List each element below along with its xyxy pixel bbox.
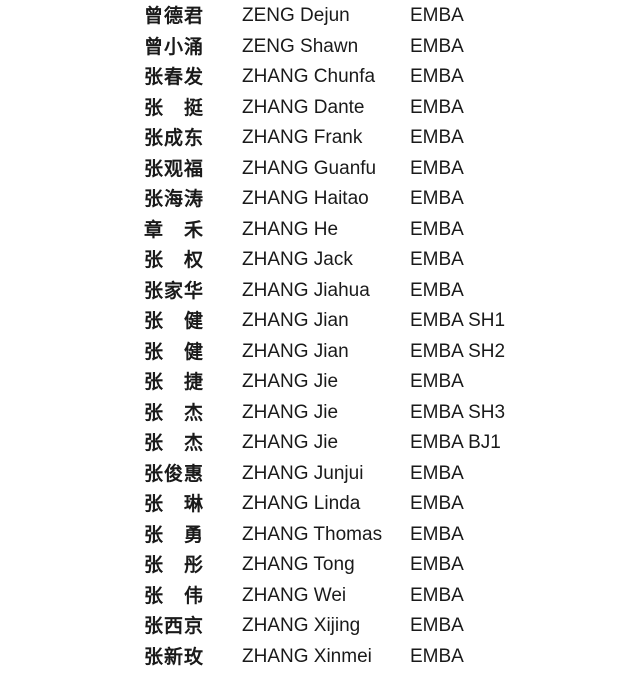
program-label: EMBA	[410, 124, 464, 152]
english-name: ZHANG Tong	[242, 551, 355, 579]
program-label: EMBA	[410, 2, 464, 30]
list-item: 张成东 ZHANG Frank EMBA	[0, 124, 640, 155]
program-label: EMBA	[410, 582, 464, 610]
chinese-name: 张 杰	[144, 429, 204, 457]
program-label: EMBA SH2	[410, 338, 505, 366]
chinese-name: 张俊惠	[144, 460, 204, 488]
list-item: 张春发 ZHANG Chunfa EMBA	[0, 63, 640, 94]
english-name: ZHANG He	[242, 216, 338, 244]
list-item: 张 捷 ZHANG Jie EMBA	[0, 368, 640, 399]
program-label: EMBA	[410, 33, 464, 61]
list-item: 曾德君 ZENG Dejun EMBA	[0, 2, 640, 33]
program-label: EMBA	[410, 246, 464, 274]
list-item: 张 挺 ZHANG Dante EMBA	[0, 94, 640, 125]
chinese-name: 张新玫	[144, 643, 204, 671]
program-label: EMBA	[410, 490, 464, 518]
english-name: ZHANG Xijing	[242, 612, 360, 640]
english-name: ZHANG Thomas	[242, 521, 382, 549]
program-label: EMBA BJ1	[410, 429, 501, 457]
english-name: ZHANG Jian	[242, 307, 349, 335]
english-name: ZHANG Jie	[242, 368, 338, 396]
chinese-name: 张 伟	[144, 582, 204, 610]
list-item: 张 健 ZHANG Jian EMBA SH2	[0, 338, 640, 369]
chinese-name: 张 彤	[144, 551, 204, 579]
chinese-name: 张 琳	[144, 490, 204, 518]
program-label: EMBA	[410, 612, 464, 640]
chinese-name: 张家华	[144, 277, 204, 305]
english-name: ZENG Dejun	[242, 2, 350, 30]
english-name: ZHANG Jie	[242, 399, 338, 427]
program-label: EMBA	[410, 155, 464, 183]
list-item: 张 彤 ZHANG Tong EMBA	[0, 551, 640, 582]
english-name: ZHANG Xinmei	[242, 643, 372, 671]
english-name: ZHANG Dante	[242, 94, 364, 122]
program-label: EMBA	[410, 63, 464, 91]
program-label: EMBA	[410, 643, 464, 671]
chinese-name: 张春发	[144, 63, 204, 91]
english-name: ZHANG Linda	[242, 490, 360, 518]
english-name: ZHANG Jian	[242, 338, 349, 366]
english-name: ZHANG Junjui	[242, 460, 363, 488]
chinese-name: 张成东	[144, 124, 204, 152]
list-item: 张新玫 ZHANG Xinmei EMBA	[0, 643, 640, 673]
list-item: 张西京 ZHANG Xijing EMBA	[0, 612, 640, 643]
chinese-name: 张 健	[144, 338, 204, 366]
list-item: 张海涛 ZHANG Haitao EMBA	[0, 185, 640, 216]
english-name: ZHANG Guanfu	[242, 155, 376, 183]
list-item: 曾小涌 ZENG Shawn EMBA	[0, 33, 640, 64]
list-item: 张 琳 ZHANG Linda EMBA	[0, 490, 640, 521]
chinese-name: 张西京	[144, 612, 204, 640]
list-item: 张家华 ZHANG Jiahua EMBA	[0, 277, 640, 308]
chinese-name: 张观福	[144, 155, 204, 183]
english-name: ZHANG Jiahua	[242, 277, 370, 305]
program-label: EMBA SH1	[410, 307, 505, 335]
program-label: EMBA SH3	[410, 399, 505, 427]
program-label: EMBA	[410, 521, 464, 549]
english-name: ZHANG Chunfa	[242, 63, 375, 91]
chinese-name: 张 健	[144, 307, 204, 335]
list-item: 张 权 ZHANG Jack EMBA	[0, 246, 640, 277]
list-item: 张 勇 ZHANG Thomas EMBA	[0, 521, 640, 552]
chinese-name: 张 勇	[144, 521, 204, 549]
chinese-name: 张 挺	[144, 94, 204, 122]
program-label: EMBA	[410, 551, 464, 579]
list-item: 章 禾 ZHANG He EMBA	[0, 216, 640, 247]
english-name: ZHANG Jack	[242, 246, 353, 274]
program-label: EMBA	[410, 460, 464, 488]
english-name: ZHANG Wei	[242, 582, 346, 610]
english-name: ZHANG Haitao	[242, 185, 369, 213]
chinese-name: 张 杰	[144, 399, 204, 427]
program-label: EMBA	[410, 277, 464, 305]
english-name: ZHANG Frank	[242, 124, 362, 152]
name-list: 曾德君 ZENG Dejun EMBA 曾小涌 ZENG Shawn EMBA 张春发 ZHA…	[0, 2, 640, 673]
chinese-name: 张 权	[144, 246, 204, 274]
list-item: 张 杰 ZHANG Jie EMBA BJ1	[0, 429, 640, 460]
list-item: 张俊惠 ZHANG Junjui EMBA	[0, 460, 640, 491]
list-item: 张 伟 ZHANG Wei EMBA	[0, 582, 640, 613]
list-item: 张 杰 ZHANG Jie EMBA SH3	[0, 399, 640, 430]
english-name: ZHANG Jie	[242, 429, 338, 457]
chinese-name: 张海涛	[144, 185, 204, 213]
chinese-name: 曾小涌	[144, 33, 204, 61]
chinese-name: 张 捷	[144, 368, 204, 396]
program-label: EMBA	[410, 216, 464, 244]
chinese-name: 曾德君	[144, 2, 204, 30]
program-label: EMBA	[410, 368, 464, 396]
english-name: ZENG Shawn	[242, 33, 358, 61]
chinese-name: 章 禾	[144, 216, 204, 244]
list-item: 张观福 ZHANG Guanfu EMBA	[0, 155, 640, 186]
list-item: 张 健 ZHANG Jian EMBA SH1	[0, 307, 640, 338]
program-label: EMBA	[410, 185, 464, 213]
program-label: EMBA	[410, 94, 464, 122]
